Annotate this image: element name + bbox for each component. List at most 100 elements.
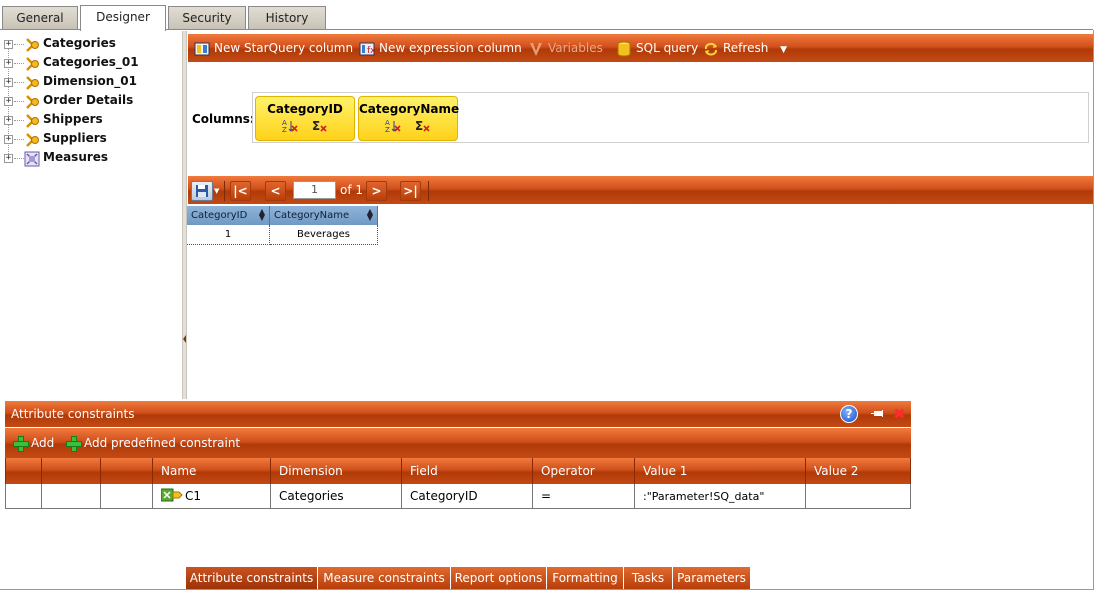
tree-node-suppliers[interactable]: + Suppliers — [4, 130, 180, 149]
refresh-icon — [704, 42, 717, 56]
add-constraint-button[interactable]: Add — [13, 436, 54, 452]
page-number-input[interactable]: 1 — [293, 181, 336, 199]
refresh-button[interactable]: Refresh ▼ — [703, 39, 787, 57]
constraint-operator-cell[interactable]: = — [532, 484, 634, 509]
database-icon — [617, 41, 631, 56]
header-name[interactable]: Name — [152, 458, 270, 484]
svg-text:Σ: Σ — [415, 119, 423, 133]
save-icon[interactable] — [191, 181, 213, 201]
aggregate-sum-icon[interactable]: Σ — [312, 119, 328, 133]
dimension-icon — [24, 113, 40, 129]
constraint-value1-cell[interactable]: :"Parameter!SQ_data" — [634, 484, 805, 509]
top-tab-bar: General Designer Security History — [0, 0, 1099, 31]
constraint-field-cell[interactable]: CategoryID — [401, 484, 532, 509]
sql-query-button[interactable]: SQL query — [616, 39, 698, 57]
tab-formatting[interactable]: Formatting — [547, 567, 624, 589]
close-icon[interactable]: ✖ — [893, 405, 906, 423]
expand-icon[interactable]: + — [4, 78, 13, 87]
constraint-name: C1 — [185, 489, 202, 503]
grid-cell[interactable]: 1 — [187, 225, 270, 245]
dimension-tree: + Categories + Categories_01 + Dimension_01 + O… — [0, 30, 182, 400]
constraint-cell[interactable] — [5, 484, 41, 509]
constraint-icon — [160, 488, 183, 502]
expand-icon[interactable]: + — [4, 59, 13, 68]
constraint-name-cell[interactable]: C1 — [152, 484, 270, 509]
expand-icon[interactable]: + — [4, 97, 13, 106]
tab-tasks[interactable]: Tasks — [624, 567, 673, 589]
aggregate-sum-icon[interactable]: Σ — [415, 119, 431, 133]
sql-query-label: SQL query — [636, 41, 699, 55]
grid-header-categoryid[interactable]: CategoryID ▲ ▼ — [187, 206, 270, 225]
tree-node-order-details[interactable]: + Order Details — [4, 92, 180, 111]
new-starquery-column-label: New StarQuery column — [214, 41, 354, 55]
header-field[interactable]: Field — [401, 458, 532, 484]
new-expression-column-button[interactable]: fx New expression column — [359, 39, 522, 57]
tab-security[interactable]: Security — [168, 6, 246, 30]
sort-az-icon[interactable]: AZ — [385, 119, 401, 134]
tree-node-dimension-01[interactable]: + Dimension_01 — [4, 73, 180, 92]
grid-header-label: CategoryName — [274, 210, 350, 221]
next-page-button[interactable]: > — [366, 181, 387, 201]
expand-icon[interactable]: + — [4, 40, 13, 49]
help-icon[interactable]: ? — [840, 405, 858, 423]
first-page-button[interactable]: |< — [230, 181, 251, 201]
tree-connector — [14, 101, 24, 102]
tab-general[interactable]: General — [2, 6, 78, 30]
constraint-dimension-cell[interactable]: Categories — [270, 484, 401, 509]
tab-attribute-constraints[interactable]: Attribute constraints — [186, 567, 318, 589]
previous-page-button[interactable]: < — [265, 181, 286, 201]
header-value1[interactable]: Value 1 — [634, 458, 805, 484]
tab-parameters[interactable]: Parameters — [673, 567, 751, 589]
column-pill-name: CategoryID — [267, 102, 343, 116]
tree-connector — [14, 63, 24, 64]
column-pill-name: CategoryName — [359, 102, 460, 116]
constraint-cell[interactable] — [41, 484, 100, 509]
collapse-arrow-icon[interactable] — [183, 335, 186, 343]
sort-toggle-icon[interactable]: ▲ ▼ — [259, 208, 265, 222]
variables-icon — [530, 42, 542, 56]
attribute-constraints-title: Attribute constraints — [11, 407, 135, 421]
new-expression-column-label: New expression column — [379, 41, 522, 55]
tree-node-label: Categories — [43, 36, 116, 50]
tree-node-categories[interactable]: + Categories — [4, 35, 180, 54]
expression-column-icon: fx — [359, 42, 375, 56]
header-operator[interactable]: Operator — [532, 458, 634, 484]
header-value2[interactable]: Value 2 — [805, 458, 911, 484]
save-dropdown-icon[interactable]: ▼ — [214, 187, 219, 195]
tree-node-label: Measures — [43, 150, 109, 164]
new-starquery-column-button[interactable]: New StarQuery column — [194, 39, 353, 57]
grid-header-categoryname[interactable]: CategoryName ▲ ▼ — [270, 206, 378, 225]
tree-node-label: Suppliers — [43, 131, 107, 145]
starquery-column-icon — [194, 42, 210, 55]
tab-measure-constraints[interactable]: Measure constraints — [318, 567, 451, 589]
constraint-value2-cell[interactable] — [805, 484, 911, 509]
last-page-button[interactable]: >| — [400, 181, 421, 201]
column-pill-categoryid[interactable]: CategoryID AZ Σ — [255, 96, 355, 141]
sort-toggle-icon[interactable]: ▲ ▼ — [367, 208, 373, 222]
add-predefined-constraint-button[interactable]: Add predefined constraint — [66, 436, 240, 452]
refresh-label: Refresh — [723, 41, 769, 55]
dimension-icon — [24, 37, 40, 53]
pin-icon[interactable] — [870, 407, 886, 421]
tab-report-options[interactable]: Report options — [451, 567, 547, 589]
tree-node-shippers[interactable]: + Shippers — [4, 111, 180, 130]
dimension-icon — [24, 94, 40, 110]
tree-node-label: Shippers — [43, 112, 103, 126]
constraint-cell[interactable] — [100, 484, 152, 509]
expand-icon[interactable]: + — [4, 135, 13, 144]
grid-cell[interactable]: Beverages — [270, 225, 378, 245]
tree-node-measures[interactable]: + Measures — [4, 149, 180, 168]
column-pill-categoryname[interactable]: CategoryName AZ Σ — [358, 96, 460, 141]
svg-text:Z: Z — [282, 126, 287, 133]
tab-designer[interactable]: Designer — [80, 5, 166, 31]
expand-icon[interactable]: + — [4, 154, 13, 163]
sort-az-icon[interactable]: AZ — [282, 119, 298, 134]
refresh-dropdown-icon[interactable]: ▼ — [780, 45, 787, 55]
variables-button[interactable]: Variables — [528, 39, 603, 57]
expand-icon[interactable]: + — [4, 116, 13, 125]
tree-node-categories-01[interactable]: + Categories_01 — [4, 54, 180, 73]
header-dimension[interactable]: Dimension — [270, 458, 401, 484]
pager-separator — [428, 181, 429, 201]
columns-drop-area[interactable]: CategoryID AZ Σ CategoryName AZ Σ — [252, 92, 1089, 143]
tab-history[interactable]: History — [248, 6, 326, 30]
